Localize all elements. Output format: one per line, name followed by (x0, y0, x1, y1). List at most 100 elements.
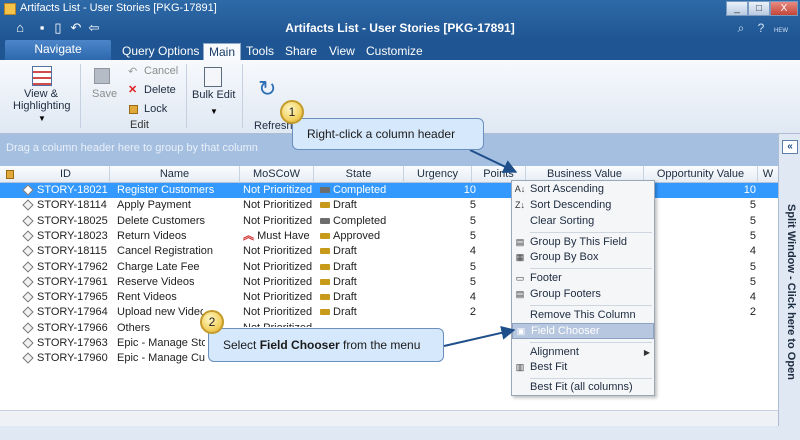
cell-id: STORY-18025 (37, 214, 108, 227)
cell-opportunity-value: 5 (749, 214, 756, 227)
tab-main[interactable]: Main (203, 43, 242, 60)
cell-state: Draft (320, 275, 357, 290)
cell-id: STORY-18114 (37, 199, 107, 212)
table-row[interactable]: STORY-18115 Cancel Registration Not Prio… (0, 244, 778, 259)
column-context-menu: A↓ Sort Ascending Z↓ Sort Descending Clear… (511, 180, 655, 396)
cell-urgency: 5 (469, 275, 476, 288)
cell-opportunity-value: 5 (749, 260, 756, 273)
story-icon (22, 337, 34, 349)
menu-item-group-footers[interactable]: ▤ Group Footers (512, 287, 654, 303)
state-completed-icon (320, 187, 330, 194)
cell-moscow: Not Prioritized (243, 214, 313, 227)
window-title: Artifacts List - User Stories [PKG-17891… (285, 21, 515, 35)
bulk-edit-button[interactable]: Bulk Edit ▼ (192, 65, 236, 121)
cell-id: STORY-18021 (37, 184, 108, 196)
cell-name: Others (117, 321, 151, 334)
table-row[interactable]: STORY-18114 Apply Payment Not Prioritize… (0, 198, 778, 213)
tab-view[interactable]: View (329, 43, 355, 60)
lock-icon (129, 105, 138, 114)
split-window-label[interactable]: Split Window - Click here to Open (783, 204, 797, 380)
menu-item-clear-sorting[interactable]: Clear Sorting (512, 214, 654, 230)
close-button[interactable]: X (770, 1, 798, 16)
menu-item-group-by-field[interactable]: ▤ Group By This Field (512, 235, 654, 251)
table-row[interactable]: STORY-17962 Charge Late Fee Not Prioriti… (0, 260, 778, 275)
menu-item-best-fit-all[interactable]: Best Fit (all columns) (512, 380, 654, 396)
cell-id: STORY-17965 (37, 291, 108, 304)
cancel-label: Cancel (144, 65, 179, 77)
cell-urgency: 10 (463, 184, 476, 196)
menu-separator (530, 342, 652, 343)
maximize-button[interactable]: □ (748, 1, 770, 16)
cell-urgency: 4 (469, 291, 476, 304)
ribbon-separator (80, 64, 81, 128)
table-row[interactable]: STORY-17965 Rent Videos Not Prioritized … (0, 290, 778, 305)
tab-query-options[interactable]: Query Options (122, 43, 199, 60)
tab-customize[interactable]: Customize (366, 43, 423, 60)
column-header-state[interactable]: State (314, 166, 404, 183)
cell-moscow: Not Prioritized (243, 291, 313, 304)
column-header-opportunity-value[interactable]: Opportunity Value (644, 166, 758, 183)
dropdown-arrow-icon: ▼ (38, 114, 46, 123)
expand-panel-button[interactable]: « (782, 140, 798, 154)
menu-separator (530, 305, 652, 306)
lock-button[interactable]: Lock (128, 103, 178, 117)
split-window-panel[interactable]: « Split Window - Click here to Open (778, 134, 800, 426)
cell-state: Draft (320, 198, 357, 213)
column-header-w[interactable]: W (758, 166, 778, 183)
grid-header: ID Name MoSCoW State Urgency Points Busi… (0, 166, 778, 183)
cancel-button[interactable]: ↶ Cancel (128, 65, 178, 79)
must-have-chevron-icon: ︽ (243, 229, 254, 242)
state-draft-icon (320, 278, 330, 285)
tab-tools[interactable]: Tools (246, 43, 274, 60)
table-row[interactable]: STORY-18023 Return Videos ︽ Must Have Ap… (0, 229, 778, 244)
horizontal-scrollbar[interactable] (0, 410, 778, 426)
minimize-button[interactable]: _ (726, 1, 748, 16)
cell-urgency: 5 (469, 199, 476, 212)
table-row[interactable]: STORY-17961 Reserve Videos Not Prioritiz… (0, 275, 778, 290)
delete-button[interactable]: ✕ Delete (128, 84, 178, 98)
story-icon (22, 184, 34, 196)
cell-name: Epic - Manage Custo (117, 352, 205, 365)
column-header-urgency[interactable]: Urgency (404, 166, 472, 183)
cell-state: Completed (320, 183, 386, 198)
help-icon[interactable]: ? (752, 20, 770, 36)
table-row[interactable]: STORY-17964 Upload new Videos Not Priori… (0, 305, 778, 320)
menu-separator (530, 232, 652, 233)
title-bar: Artifacts List - User Stories [PKG-17891… (0, 0, 800, 40)
cell-opportunity-value: 10 (743, 184, 756, 196)
cell-state: Draft (320, 260, 357, 275)
cell-moscow: Not Prioritized (243, 260, 313, 273)
cell-name: Delete Customers (117, 214, 206, 227)
cell-name: Register Customers (117, 184, 215, 196)
cell-urgency: 5 (469, 260, 476, 273)
state-draft-icon (320, 263, 330, 270)
menu-item-footer[interactable]: ▭ Footer (512, 271, 654, 287)
delete-label: Delete (144, 84, 176, 96)
cell-id: STORY-17961 (37, 275, 108, 288)
menu-item-sort-descending[interactable]: Z↓ Sort Descending (512, 198, 654, 214)
table-row[interactable]: STORY-18025 Delete Customers Not Priorit… (0, 214, 778, 229)
menu-item-group-by-box[interactable]: ▦ Group By Box (512, 250, 654, 266)
story-icon (22, 352, 34, 364)
column-header-id[interactable]: ID (22, 166, 110, 183)
hew-icon[interactable]: HEW (772, 20, 790, 36)
save-button[interactable]: Save (88, 66, 118, 106)
menu-item-remove-column[interactable]: Remove This Column (512, 308, 654, 324)
view-highlighting-button[interactable]: View & Highlighting ▼ (8, 64, 74, 124)
column-header-name[interactable]: Name (110, 166, 240, 183)
group-box-icon: ▦ (515, 252, 525, 262)
column-header-moscow[interactable]: MoSCoW (240, 166, 314, 183)
menu-item-alignment[interactable]: Alignment ▶ (512, 345, 654, 361)
menu-item-field-chooser[interactable]: ▣ Field Chooser (512, 323, 654, 339)
cell-moscow: Not Prioritized (243, 199, 313, 212)
search-icon[interactable]: ⌕ (732, 20, 750, 36)
lock-label: Lock (144, 103, 168, 115)
navigate-button[interactable]: Navigate (5, 40, 111, 60)
tab-share[interactable]: Share (285, 43, 317, 60)
menu-item-best-fit[interactable]: ▥ Best Fit (512, 360, 654, 376)
table-row[interactable]: STORY-18021 Register Customers Not Prior… (0, 183, 778, 199)
menu-item-sort-ascending[interactable]: A↓ Sort Ascending (512, 182, 654, 198)
dropdown-arrow-icon: ▼ (210, 107, 218, 116)
cell-moscow: Not Prioritized (243, 321, 312, 327)
story-icon (22, 322, 34, 334)
